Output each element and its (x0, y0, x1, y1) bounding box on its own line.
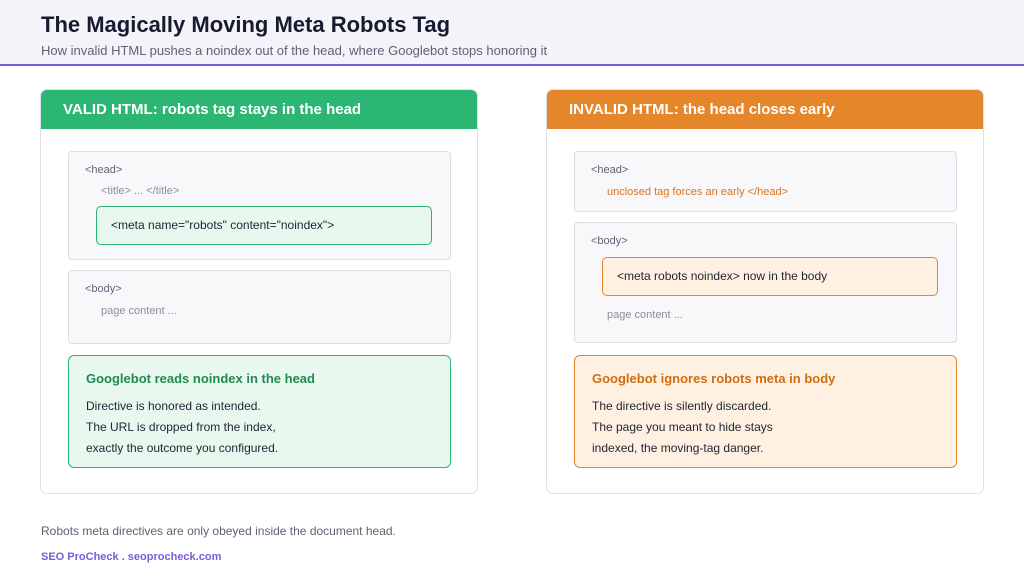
valid-body-box: <body> page content ... (68, 270, 451, 344)
brand-credit: SEO ProCheck . seoprocheck.com (41, 551, 222, 563)
moved-meta-robots-tag: <meta robots noindex> now in the body (602, 257, 938, 296)
invalid-result-box: Googlebot ignores robots meta in body Th… (574, 355, 957, 468)
invalid-result-line: indexed, the moving-tag danger. (592, 441, 764, 455)
valid-meta-robots-tag: <meta name="robots" content="noindex"> (96, 206, 432, 245)
invalid-body-box: <body> <meta robots noindex> now in the … (574, 222, 957, 343)
valid-html-panel: VALID HTML: robots tag stays in the head… (40, 89, 478, 494)
invalid-head-box: <head> unclosed tag forces an early </he… (574, 151, 957, 212)
valid-body-label: <body> (85, 283, 122, 295)
invalid-result-line: The page you meant to hide stays (592, 420, 773, 434)
page-subtitle: How invalid HTML pushes a noindex out of… (41, 43, 548, 58)
invalid-result-line: The directive is silently discarded. (592, 399, 772, 413)
invalid-page-content: page content ... (607, 309, 683, 321)
header-band: The Magically Moving Meta Robots Tag How… (0, 0, 1024, 66)
valid-head-box: <head> <title> ... </title> <meta name="… (68, 151, 451, 260)
invalid-html-panel: INVALID HTML: the head closes early <hea… (546, 89, 984, 494)
valid-panel-title: VALID HTML: robots tag stays in the head (41, 90, 477, 129)
footer-note: Robots meta directives are only obeyed i… (41, 524, 396, 538)
valid-result-line: Directive is honored as intended. (86, 399, 261, 413)
invalid-panel-title: INVALID HTML: the head closes early (547, 90, 983, 129)
early-head-close-warning: unclosed tag forces an early </head> (607, 186, 789, 198)
page-title: The Magically Moving Meta Robots Tag (41, 12, 451, 37)
valid-result-line: exactly the outcome you configured. (86, 441, 279, 455)
valid-head-label: <head> (85, 164, 123, 176)
valid-result-box: Googlebot reads noindex in the head Dire… (68, 355, 451, 468)
valid-result-title: Googlebot reads noindex in the head (86, 371, 315, 386)
invalid-head-label: <head> (591, 164, 629, 176)
valid-page-content: page content ... (101, 305, 177, 317)
invalid-body-label: <body> (591, 235, 628, 247)
valid-title-line: <title> ... </title> (101, 185, 180, 197)
invalid-result-title: Googlebot ignores robots meta in body (592, 371, 836, 386)
valid-result-line: The URL is dropped from the index, (86, 420, 276, 434)
